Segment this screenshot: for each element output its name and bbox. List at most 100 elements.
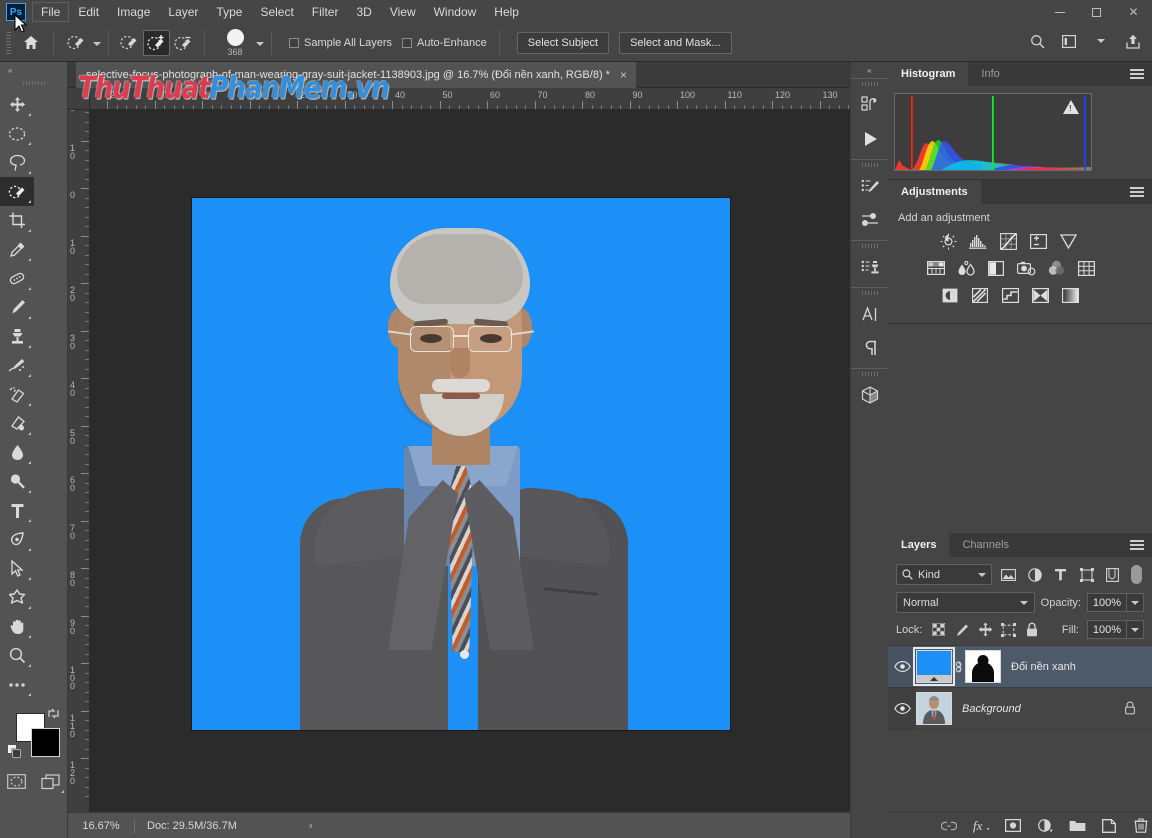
screen-mode-icon[interactable] [34,767,68,796]
canvas-area[interactable] [90,110,850,812]
delete-layer-icon[interactable] [1133,817,1150,834]
tool-preset-chevron-down-icon[interactable] [93,37,101,49]
smart-object-filter-icon[interactable] [1103,565,1122,584]
default-colors-icon[interactable] [8,745,22,759]
layer-mask-thumbnail[interactable] [965,650,1001,683]
dock-grip[interactable] [862,82,878,86]
panel-menu-icon[interactable] [1130,180,1144,204]
pen-tool[interactable] [0,525,34,554]
search-icon[interactable] [1026,29,1048,53]
eraser-tool[interactable] [0,380,34,409]
dock-grip[interactable] [862,163,878,167]
invert-icon[interactable] [940,286,960,304]
auto-enhance-checkbox[interactable]: Auto-Enhance [402,37,487,49]
panel-menu-icon[interactable] [1130,533,1144,557]
adjustment-layer-filter-icon[interactable] [1025,565,1044,584]
paragraph-icon[interactable] [851,331,889,365]
tab-adjustments[interactable]: Adjustments [888,180,981,204]
shape-layer-filter-icon[interactable] [1077,565,1096,584]
layer-thumbnail[interactable] [916,692,952,725]
quick-mask-icon[interactable] [0,767,34,796]
menu-layer[interactable]: Layer [159,2,207,22]
menu-type[interactable]: Type [207,2,251,22]
layer-name[interactable]: Đổi nền xanh [1011,661,1076,673]
path-selection-tool[interactable] [0,554,34,583]
chevron-down-icon[interactable] [1020,601,1028,605]
hue-saturation-icon[interactable] [926,259,946,277]
chevron-down-icon[interactable] [978,573,986,577]
layer-name[interactable]: Background [962,703,1021,715]
tab-histogram[interactable]: Histogram [888,62,968,86]
dock-grip[interactable] [862,372,878,376]
cached-data-warning-icon[interactable] [1063,100,1079,114]
zoom-tool[interactable] [0,641,34,670]
layer-style-fx-icon[interactable]: fx [973,817,990,834]
posterize-icon[interactable] [970,286,990,304]
close-button[interactable]: ✕ [1115,0,1152,24]
menu-select[interactable]: Select [251,2,302,22]
toolbar-grip[interactable] [23,81,45,85]
new-adjustment-layer-icon[interactable] [1037,817,1054,834]
status-expand-icon[interactable]: › [309,820,313,832]
lock-image-icon[interactable] [954,621,970,638]
dock-collapse-button[interactable]: « [851,62,888,78]
clone-source-icon[interactable] [851,250,889,284]
menu-filter[interactable]: Filter [303,2,348,22]
eyedropper-tool[interactable] [0,235,34,264]
tab-layers[interactable]: Layers [888,533,949,557]
opacity-stepper[interactable]: 100% [1087,593,1144,612]
chevron-down-icon[interactable] [1127,593,1144,612]
dock-grip[interactable] [862,291,878,295]
brush-size-picker[interactable]: 368 [218,29,252,57]
exposure-icon[interactable] [1028,232,1048,250]
maximize-button[interactable] [1078,0,1115,24]
layer-visibility-toggle[interactable] [888,646,916,688]
vertical-ruler[interactable]: 20100102030405060708090100110120 [68,110,90,812]
link-mask-icon[interactable] [952,660,965,674]
fill-stepper[interactable]: 100% [1087,620,1144,639]
background-color-swatch[interactable] [31,728,60,757]
elliptical-marquee-tool[interactable] [0,119,34,148]
levels-icon[interactable] [968,232,988,250]
vibrance-icon[interactable] [1058,232,1078,250]
menu-window[interactable]: Window [425,2,486,22]
select-subject-button[interactable]: Select Subject [517,32,609,54]
filter-enable-toggle[interactable] [1131,565,1142,584]
color-lookup-icon[interactable] [1076,259,1096,277]
layer-thumbnail[interactable] [916,650,952,683]
layer-visibility-toggle[interactable] [888,688,916,730]
lock-artboard-icon[interactable] [1001,621,1017,638]
hand-tool[interactable] [0,612,34,641]
chevron-down-icon[interactable] [1090,29,1112,53]
swap-colors-icon[interactable] [47,707,60,720]
subtract-from-selection-button[interactable] [170,30,197,56]
close-icon[interactable]: × [620,69,627,81]
menu-image[interactable]: Image [108,2,159,22]
menu-help[interactable]: Help [485,2,528,22]
zoom-level[interactable]: 16.67% [68,820,134,832]
toolbar-collapse-button[interactable]: « [0,62,67,78]
tab-channels[interactable]: Channels [949,533,1021,557]
history-brush-tool[interactable] [0,351,34,380]
workspace-icon[interactable] [1058,29,1080,53]
spot-healing-brush-tool[interactable] [0,264,34,293]
blur-tool[interactable] [0,438,34,467]
lock-all-icon[interactable] [1024,621,1040,638]
brush-tool[interactable] [0,293,34,322]
brush-presets-icon[interactable] [851,203,889,237]
document-canvas[interactable] [192,198,730,730]
clone-stamp-tool[interactable] [0,322,34,351]
brush-chevron-down-icon[interactable] [256,37,264,49]
blend-mode-select[interactable]: Normal [896,592,1035,613]
sample-all-layers-checkbox[interactable]: Sample All Layers [289,37,392,49]
gradient-map-icon[interactable] [1060,286,1080,304]
actions-play-icon[interactable] [851,122,889,156]
crop-tool[interactable] [0,206,34,235]
opacity-value[interactable]: 100% [1087,593,1127,612]
menu-view[interactable]: View [381,2,425,22]
edit-toolbar-tool[interactable] [0,670,34,699]
layer-lock-icon[interactable] [1124,701,1136,715]
options-bar-grip[interactable] [6,32,11,54]
3d-icon[interactable] [851,378,889,412]
minimize-button[interactable] [1041,0,1078,24]
